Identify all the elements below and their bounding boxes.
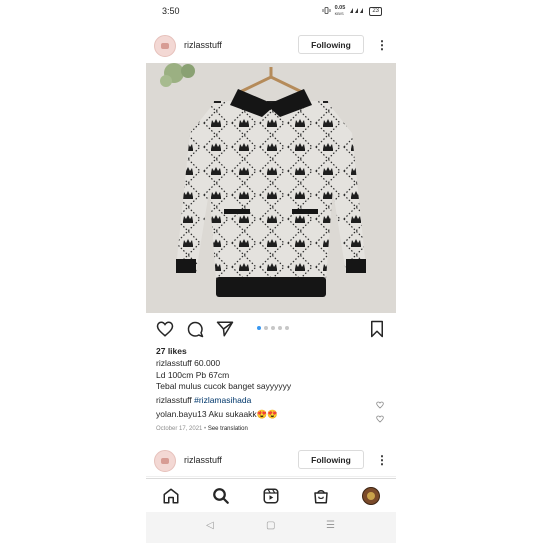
recents-icon[interactable]: ☰ — [326, 520, 335, 531]
heart-icon[interactable] — [156, 320, 174, 338]
sweater-image — [146, 63, 396, 313]
post-caption: rizlasstuff 60.000 Ld 100cm Pb 67cm Teba… — [156, 358, 376, 393]
post-date-text: October 17, 2021 — [156, 426, 203, 432]
bottom-nav — [146, 478, 396, 513]
carousel-dot — [278, 326, 282, 330]
carousel-dot — [285, 326, 289, 330]
caption-line-3: Tebal mulus cucok banget sayyyyyy — [156, 381, 292, 391]
battery-indicator: 23 — [369, 6, 382, 16]
avatar[interactable] — [154, 450, 176, 472]
post-header: rizlasstuff Following ⋮ — [146, 33, 396, 59]
hashtag-username[interactable]: rizlasstuff — [156, 395, 192, 405]
phone-screen: 3:50 0.05 KB/S 23 rizlasstuff Following … — [146, 0, 396, 543]
user-comment: yolan.bayu13 Aku sukaakk😍😍 — [156, 409, 278, 420]
next-post-header: rizlasstuff Following ⋮ — [146, 448, 396, 474]
search-icon[interactable] — [212, 487, 230, 505]
carousel-indicator — [257, 326, 289, 330]
post-photo[interactable] — [146, 63, 396, 313]
net-speed-unit: KB/S — [334, 11, 344, 16]
following-button[interactable]: Following — [298, 450, 364, 469]
comment-username[interactable]: yolan.bayu13 — [156, 409, 207, 419]
avatar[interactable] — [154, 35, 176, 57]
comment-icon[interactable] — [186, 320, 204, 338]
comment-text: Aku sukaakk😍😍 — [208, 409, 278, 419]
caption-line-2: Ld 100cm Pb 67cm — [156, 369, 230, 380]
more-options-icon[interactable]: ⋮ — [376, 35, 388, 55]
status-time: 3:50 — [162, 6, 180, 16]
caption-line-1: 60.000 — [194, 358, 221, 368]
caption-username[interactable]: rizlasstuff — [156, 358, 192, 368]
status-indicators: 0.05 KB/S 23 — [322, 5, 382, 16]
post-username[interactable]: rizlasstuff — [184, 40, 222, 50]
next-post-divider — [146, 476, 396, 477]
post-username[interactable]: rizlasstuff — [184, 455, 222, 465]
shop-icon[interactable] — [312, 487, 330, 505]
see-translation-link[interactable]: See translation — [208, 426, 248, 432]
net-speed: 0.05 KB/S — [334, 5, 346, 16]
hashtag-comment: rizlasstuff #rizlamasihada — [156, 395, 251, 405]
vibrate-icon — [322, 6, 331, 16]
home-square-icon[interactable]: ▢ — [266, 520, 275, 531]
post-date: October 17, 2021 • See translation — [156, 426, 248, 432]
more-options-icon[interactable]: ⋮ — [376, 450, 388, 470]
hashtag-link[interactable]: #rizlamasihada — [194, 395, 251, 405]
post-actions — [146, 318, 396, 340]
comment-like-icon[interactable] — [376, 410, 384, 423]
bookmark-icon[interactable] — [368, 320, 386, 338]
home-icon[interactable] — [162, 487, 180, 505]
reels-icon[interactable] — [262, 487, 280, 505]
following-button[interactable]: Following — [298, 35, 364, 54]
signal-icon — [349, 7, 365, 16]
carousel-dot — [257, 326, 261, 330]
carousel-dot — [264, 326, 268, 330]
system-nav-bar: ◁ ▢ ☰ — [146, 512, 396, 543]
back-icon[interactable]: ◁ — [206, 520, 214, 531]
carousel-dot — [271, 326, 275, 330]
profile-avatar[interactable] — [362, 487, 380, 505]
comment-like-icon[interactable] — [376, 396, 384, 409]
share-icon[interactable] — [216, 320, 234, 338]
status-bar: 3:50 0.05 KB/S 23 — [146, 4, 396, 20]
likes-count[interactable]: 27 likes — [156, 346, 187, 356]
